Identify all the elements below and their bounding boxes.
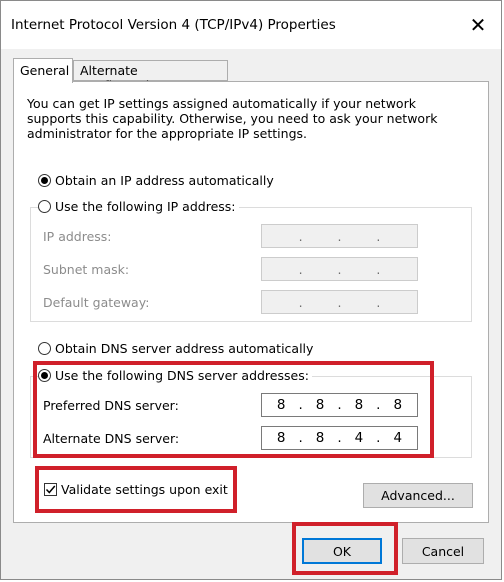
radio-selected-dot — [41, 372, 48, 379]
radio-obtain-ip-auto[interactable]: Obtain an IP address automatically — [38, 173, 277, 188]
radio-button[interactable] — [38, 369, 51, 382]
radio-button[interactable] — [38, 174, 51, 187]
radio-selected-dot — [41, 177, 48, 184]
ip-address-label: IP address: — [43, 229, 112, 244]
radio-use-following-ip-label: Use the following IP address: — [55, 199, 236, 214]
advanced-button[interactable]: Advanced... — [363, 483, 473, 508]
checkmark-icon — [45, 485, 56, 494]
octet-dot: . — [376, 397, 381, 413]
octet-dot: . — [298, 397, 303, 413]
radio-use-following-dns[interactable]: Use the following DNS server addresses: — [38, 368, 312, 383]
preferred-dns-label: Preferred DNS server: — [43, 398, 179, 413]
ip-address-field[interactable]: . . . — [261, 224, 418, 248]
ok-button[interactable]: OK — [302, 538, 382, 564]
window-title: Internet Protocol Version 4 (TCP/IPv4) P… — [11, 17, 336, 33]
octet-dot: . — [376, 430, 381, 446]
radio-obtain-dns-auto-label: Obtain DNS server address automatically — [55, 341, 314, 356]
octet-dot: . — [337, 294, 342, 310]
octet-dot: . — [337, 228, 342, 244]
alternate-dns-label: Alternate DNS server: — [43, 431, 180, 446]
subnet-mask-field[interactable]: . . . — [261, 257, 418, 281]
octet-dot: . — [376, 294, 381, 310]
tab-general[interactable]: General — [13, 58, 73, 83]
validate-settings-checkbox-row[interactable]: Validate settings upon exit — [44, 482, 228, 497]
radio-use-following-dns-label: Use the following DNS server addresses: — [55, 368, 309, 383]
octet-dot: . — [298, 430, 303, 446]
tab-alternate-configuration[interactable]: Alternate Configuration — [73, 60, 228, 93]
cancel-button-label: Cancel — [421, 543, 465, 559]
close-button[interactable]: ✕ — [455, 1, 501, 49]
octet: 4 — [393, 430, 403, 446]
default-gateway-field[interactable]: . . . — [261, 290, 418, 314]
octet-dot: . — [337, 430, 342, 446]
validate-settings-label: Validate settings upon exit — [61, 482, 228, 497]
advanced-button-label: Advanced... — [381, 488, 455, 503]
octet-dot: . — [337, 397, 342, 413]
default-gateway-label: Default gateway: — [43, 295, 150, 310]
title-bar: Internet Protocol Version 4 (TCP/IPv4) P… — [1, 1, 501, 49]
radio-use-following-ip[interactable]: Use the following IP address: — [38, 199, 239, 214]
octet-dot: . — [376, 228, 381, 244]
preferred-dns-field[interactable]: 8. 8. 8. 8 — [261, 393, 418, 417]
octet: 4 — [354, 430, 364, 446]
radio-obtain-dns-auto[interactable]: Obtain DNS server address automatically — [38, 341, 317, 356]
description-text: You can get IP settings assigned automat… — [27, 96, 438, 141]
octet-dot: . — [298, 294, 303, 310]
radio-button[interactable] — [38, 200, 51, 213]
subnet-mask-label: Subnet mask: — [43, 262, 130, 277]
octet-dot: . — [376, 261, 381, 277]
octet: 8 — [354, 397, 364, 413]
octet: 8 — [276, 397, 286, 413]
ok-button-label: OK — [332, 543, 352, 559]
octet: 8 — [315, 397, 325, 413]
radio-obtain-ip-auto-label: Obtain an IP address automatically — [55, 173, 274, 188]
close-icon: ✕ — [469, 13, 487, 37]
cancel-button[interactable]: Cancel — [402, 538, 484, 564]
octet-dot: . — [298, 261, 303, 277]
validate-settings-checkbox[interactable] — [44, 483, 57, 496]
radio-button[interactable] — [38, 342, 51, 355]
alternate-dns-field[interactable]: 8. 8. 4. 4 — [261, 426, 418, 450]
octet-dot: . — [298, 228, 303, 244]
octet: 8 — [315, 430, 325, 446]
octet-dot: . — [337, 261, 342, 277]
octet: 8 — [393, 397, 403, 413]
tab-general-label: General — [20, 63, 70, 78]
octet: 8 — [276, 430, 286, 446]
